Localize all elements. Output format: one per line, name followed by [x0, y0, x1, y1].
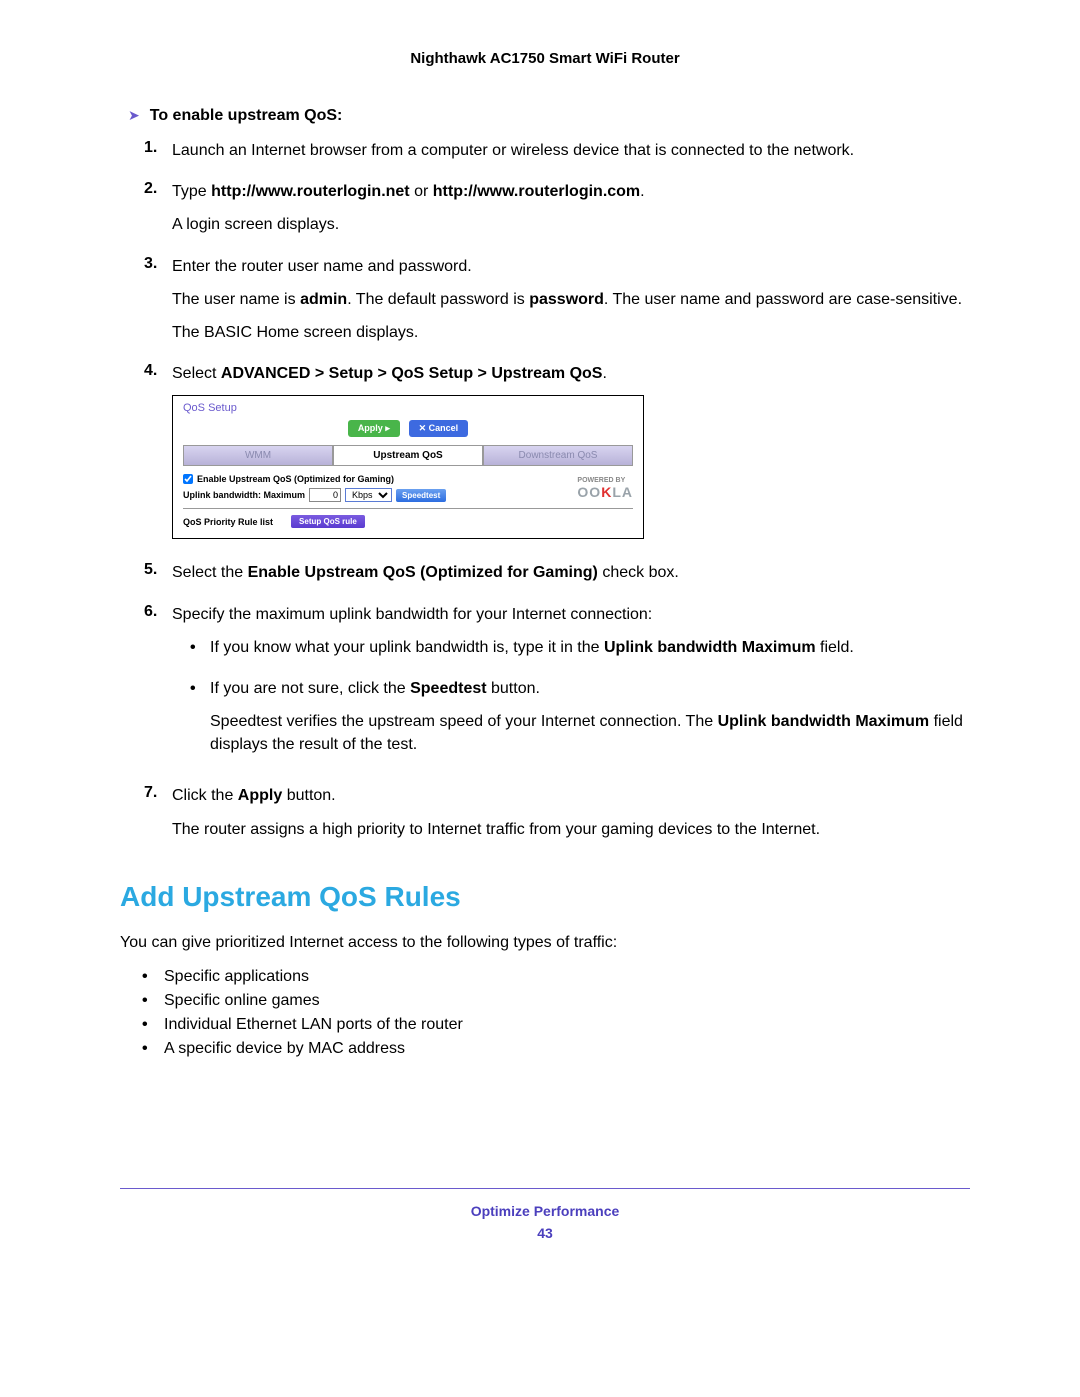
procedure-heading-label: To enable upstream QoS:: [150, 107, 343, 125]
checkbox-label: Enable Upstream QoS (Optimized for Gamin…: [197, 474, 394, 484]
step-detail: The BASIC Home screen displays.: [172, 321, 970, 344]
arrow-right-icon: ➤: [128, 107, 140, 124]
uplink-max-input[interactable]: [309, 488, 341, 502]
step-text: Enter the router user name and password.: [172, 255, 970, 278]
list-item: A specific device by MAC address: [164, 1040, 405, 1058]
speedtest-button[interactable]: Speedtest: [396, 489, 446, 502]
bullet-icon: •: [142, 992, 164, 1010]
bullet-icon: •: [142, 1016, 164, 1034]
bullet-icon: •: [190, 636, 210, 669]
traffic-list: •Specific applications •Specific online …: [142, 968, 970, 1058]
bullet-text: If you are not sure, click the Speedtest…: [210, 677, 970, 767]
step-number: 2.: [144, 180, 172, 246]
step-after: A login screen displays.: [172, 213, 970, 236]
qos-setup-panel: QoS Setup Apply ▸ ✕ Cancel WMM Upstream …: [172, 395, 644, 539]
step-text: Launch an Internet browser from a comput…: [172, 139, 970, 162]
footer-section-label: Optimize Performance: [120, 1203, 970, 1219]
section-heading: Add Upstream QoS Rules: [120, 881, 970, 913]
section-intro: You can give prioritized Internet access…: [120, 931, 970, 954]
tab-upstream-qos[interactable]: Upstream QoS: [333, 445, 483, 465]
step-text: Click the Apply button.: [172, 784, 970, 807]
uplink-label: Uplink bandwidth: Maximum: [183, 490, 305, 500]
list-item: Individual Ethernet LAN ports of the rou…: [164, 1016, 463, 1034]
page-number: 43: [120, 1225, 970, 1241]
step-text: Select ADVANCED > Setup > QoS Setup > Up…: [172, 362, 970, 385]
step-text: Select the Enable Upstream QoS (Optimize…: [172, 561, 970, 584]
list-item: Specific online games: [164, 992, 320, 1010]
enable-upstream-qos-checkbox[interactable]: [183, 474, 193, 484]
setup-qos-rule-button[interactable]: Setup QoS rule: [291, 515, 365, 528]
step-number: 3.: [144, 255, 172, 355]
rule-list-label: QoS Priority Rule list: [183, 517, 273, 527]
step-text: Type http://www.routerlogin.net or http:…: [172, 180, 970, 203]
panel-title: QoS Setup: [173, 396, 643, 420]
uplink-unit-select[interactable]: Kbps: [345, 488, 392, 502]
bullet-icon: •: [142, 1040, 164, 1058]
tab-wmm[interactable]: WMM: [183, 445, 333, 465]
list-item: Specific applications: [164, 968, 309, 986]
step-number: 6.: [144, 603, 172, 777]
step-text: Specify the maximum uplink bandwidth for…: [172, 603, 970, 626]
step-number: 1.: [144, 139, 172, 172]
step-number: 7.: [144, 784, 172, 850]
step-detail: The user name is admin. The default pass…: [172, 288, 970, 311]
footer-divider: [120, 1188, 970, 1189]
ookla-logo: POWERED BY OOKLA: [577, 477, 633, 500]
bullet-text: If you know what your uplink bandwidth i…: [210, 636, 970, 669]
page-header: Nighthawk AC1750 Smart WiFi Router: [120, 50, 970, 67]
cancel-button[interactable]: ✕ Cancel: [409, 420, 469, 437]
step-after: The router assigns a high priority to In…: [172, 818, 970, 841]
procedure-heading: ➤ To enable upstream QoS:: [128, 107, 970, 125]
bullet-icon: •: [142, 968, 164, 986]
tab-downstream-qos[interactable]: Downstream QoS: [483, 445, 633, 465]
apply-button[interactable]: Apply ▸: [348, 420, 400, 437]
bullet-icon: •: [190, 677, 210, 767]
step-number: 4.: [144, 362, 172, 553]
step-number: 5.: [144, 561, 172, 594]
steps-list: 1. Launch an Internet browser from a com…: [144, 139, 970, 851]
